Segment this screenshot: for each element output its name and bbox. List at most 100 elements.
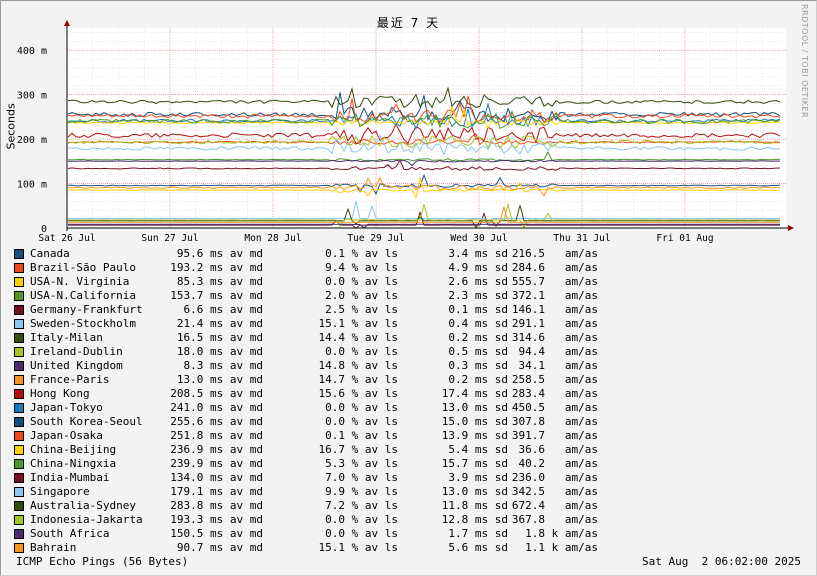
legend-swatch [14,263,24,273]
legend-loss: 0.0 % av ls [325,345,398,358]
legend-stddev: 15.7 ms sd [441,457,508,470]
legend-median: 241.0 ms av md [170,401,263,414]
legend-swatch [14,305,24,315]
legend-median: 90.7 ms av md [176,541,263,554]
legend-am-as: 555.7 am/as [511,275,598,288]
legend-stddev: 5.4 ms sd [448,443,508,456]
legend-am-as: 34.1 am/as [518,359,598,372]
legend-series-name: Canada [30,247,70,260]
legend-am-as: 284.6 am/as [511,261,598,274]
legend-series-name: Japan-Tokyo [30,401,103,414]
legend-am-as: 372.1 am/as [511,289,598,302]
legend-series-name: Ireland-Dublin [30,345,123,358]
legend-am-as: 314.6 am/as [511,331,598,344]
x-axis-arrow [788,225,794,231]
legend-loss: 16.7 % av ls [318,443,398,456]
legend-loss: 0.1 % av ls [325,247,398,260]
legend-am-as: 450.5 am/as [511,401,598,414]
legend-series-name: South Korea-Seoul [30,415,143,428]
legend-swatch [14,277,24,287]
legend-swatch [14,389,24,399]
legend-series-name: Japan-Osaka [30,429,103,442]
legend-am-as: 391.7 am/as [511,429,598,442]
legend-loss: 14.8 % av ls [318,359,398,372]
legend-stddev: 15.0 ms sd [441,415,508,428]
legend-stddev: 0.3 ms sd [448,359,508,372]
legend-loss: 7.0 % av ls [325,471,398,484]
legend-swatch [14,249,24,259]
y-axis-arrow [64,20,70,26]
legend-loss: 2.0 % av ls [325,289,398,302]
legend-am-as: 40.2 am/as [518,457,598,470]
legend-swatch [14,375,24,385]
legend-stddev: 17.4 ms sd [441,387,508,400]
legend-series-name: USA-N. Virginia [30,275,130,288]
y-tick-label: 100 m [17,180,47,191]
legend-stddev: 0.5 ms sd [448,345,508,358]
legend-stddev: 11.8 ms sd [441,499,508,512]
legend-am-as: 236.0 am/as [511,471,598,484]
legend-stddev: 0.2 ms sd [448,331,508,344]
legend-am-as: 36.6 am/as [518,443,598,456]
legend-median: 6.6 ms av md [183,303,263,316]
legend-series-name: Australia-Sydney [30,499,136,512]
x-tick-label: Sat 26 Jul [38,233,95,244]
legend-median: 179.1 ms av md [170,485,263,498]
legend-stddev: 2.3 ms sd [448,289,508,302]
legend-swatch [14,333,24,343]
legend-loss: 2.5 % av ls [325,303,398,316]
legend-series-name: South Africa [30,527,110,540]
legend-stddev: 4.9 ms sd [448,261,508,274]
legend-stddev: 13.0 ms sd [441,485,508,498]
legend-series-name: Indonesia-Jakarta [30,513,143,526]
legend-median: 153.7 ms av md [170,289,263,302]
legend-am-as: 216.5 am/as [511,247,598,260]
legend-loss: 0.1 % av ls [325,429,398,442]
legend-loss: 0.0 % av ls [325,527,398,540]
legend-loss: 15.6 % av ls [318,387,398,400]
legend-swatch [14,543,24,553]
legend-series-name: France-Paris [30,373,110,386]
legend-median: 18.0 ms av md [176,345,263,358]
legend-median: 255.6 ms av md [170,415,263,428]
legend-swatch [14,529,24,539]
legend-median: 251.8 ms av md [170,429,263,442]
legend-series-name: China-Ningxia [30,457,117,470]
legend-series-name: Italy-Milan [30,331,103,344]
legend-loss: 15.1 % av ls [318,541,398,554]
legend-median: 134.0 ms av md [170,471,263,484]
legend-swatch [14,417,24,427]
legend-swatch [14,473,24,483]
legend-series-name: Germany-Frankfurt [30,303,143,316]
x-tick-label: Mon 28 Jul [244,233,301,244]
footer-timestamp: Sat Aug 2 06:02:00 2025 [642,555,801,568]
legend-am-as: 367.8 am/as [511,513,598,526]
legend-series-name: China-Beijing [30,443,117,456]
legend-series-name: Singapore [30,485,90,498]
legend-am-as: 291.1 am/as [511,317,598,330]
legend-stddev: 13.0 ms sd [441,401,508,414]
legend-stddev: 0.4 ms sd [448,317,508,330]
legend-stddev: 12.8 ms sd [441,513,508,526]
legend-stddev: 3.4 ms sd [448,247,508,260]
legend-swatch [14,515,24,525]
legend-median: 95.6 ms av md [176,247,263,260]
legend-loss: 7.2 % av ls [325,499,398,512]
legend-stddev: 2.6 ms sd [448,275,508,288]
legend-am-as: 258.5 am/as [511,373,598,386]
x-tick-label: Sun 27 Jul [141,233,198,244]
legend-swatch [14,431,24,441]
legend-loss: 9.4 % av ls [325,261,398,274]
legend-series-name: Hong Kong [30,387,90,400]
legend-am-as: 146.1 am/as [511,303,598,316]
legend-series-name: United Kingdom [30,359,123,372]
legend-swatch [14,347,24,357]
legend-median: 85.3 ms av md [176,275,263,288]
legend-loss: 0.0 % av ls [325,401,398,414]
legend-median: 239.9 ms av md [170,457,263,470]
plot-background [67,28,786,228]
legend-median: 283.8 ms av md [170,499,263,512]
legend-stddev: 5.6 ms sd [448,541,508,554]
legend-stddev: 0.1 ms sd [448,303,508,316]
legend-loss: 5.3 % av ls [325,457,398,470]
